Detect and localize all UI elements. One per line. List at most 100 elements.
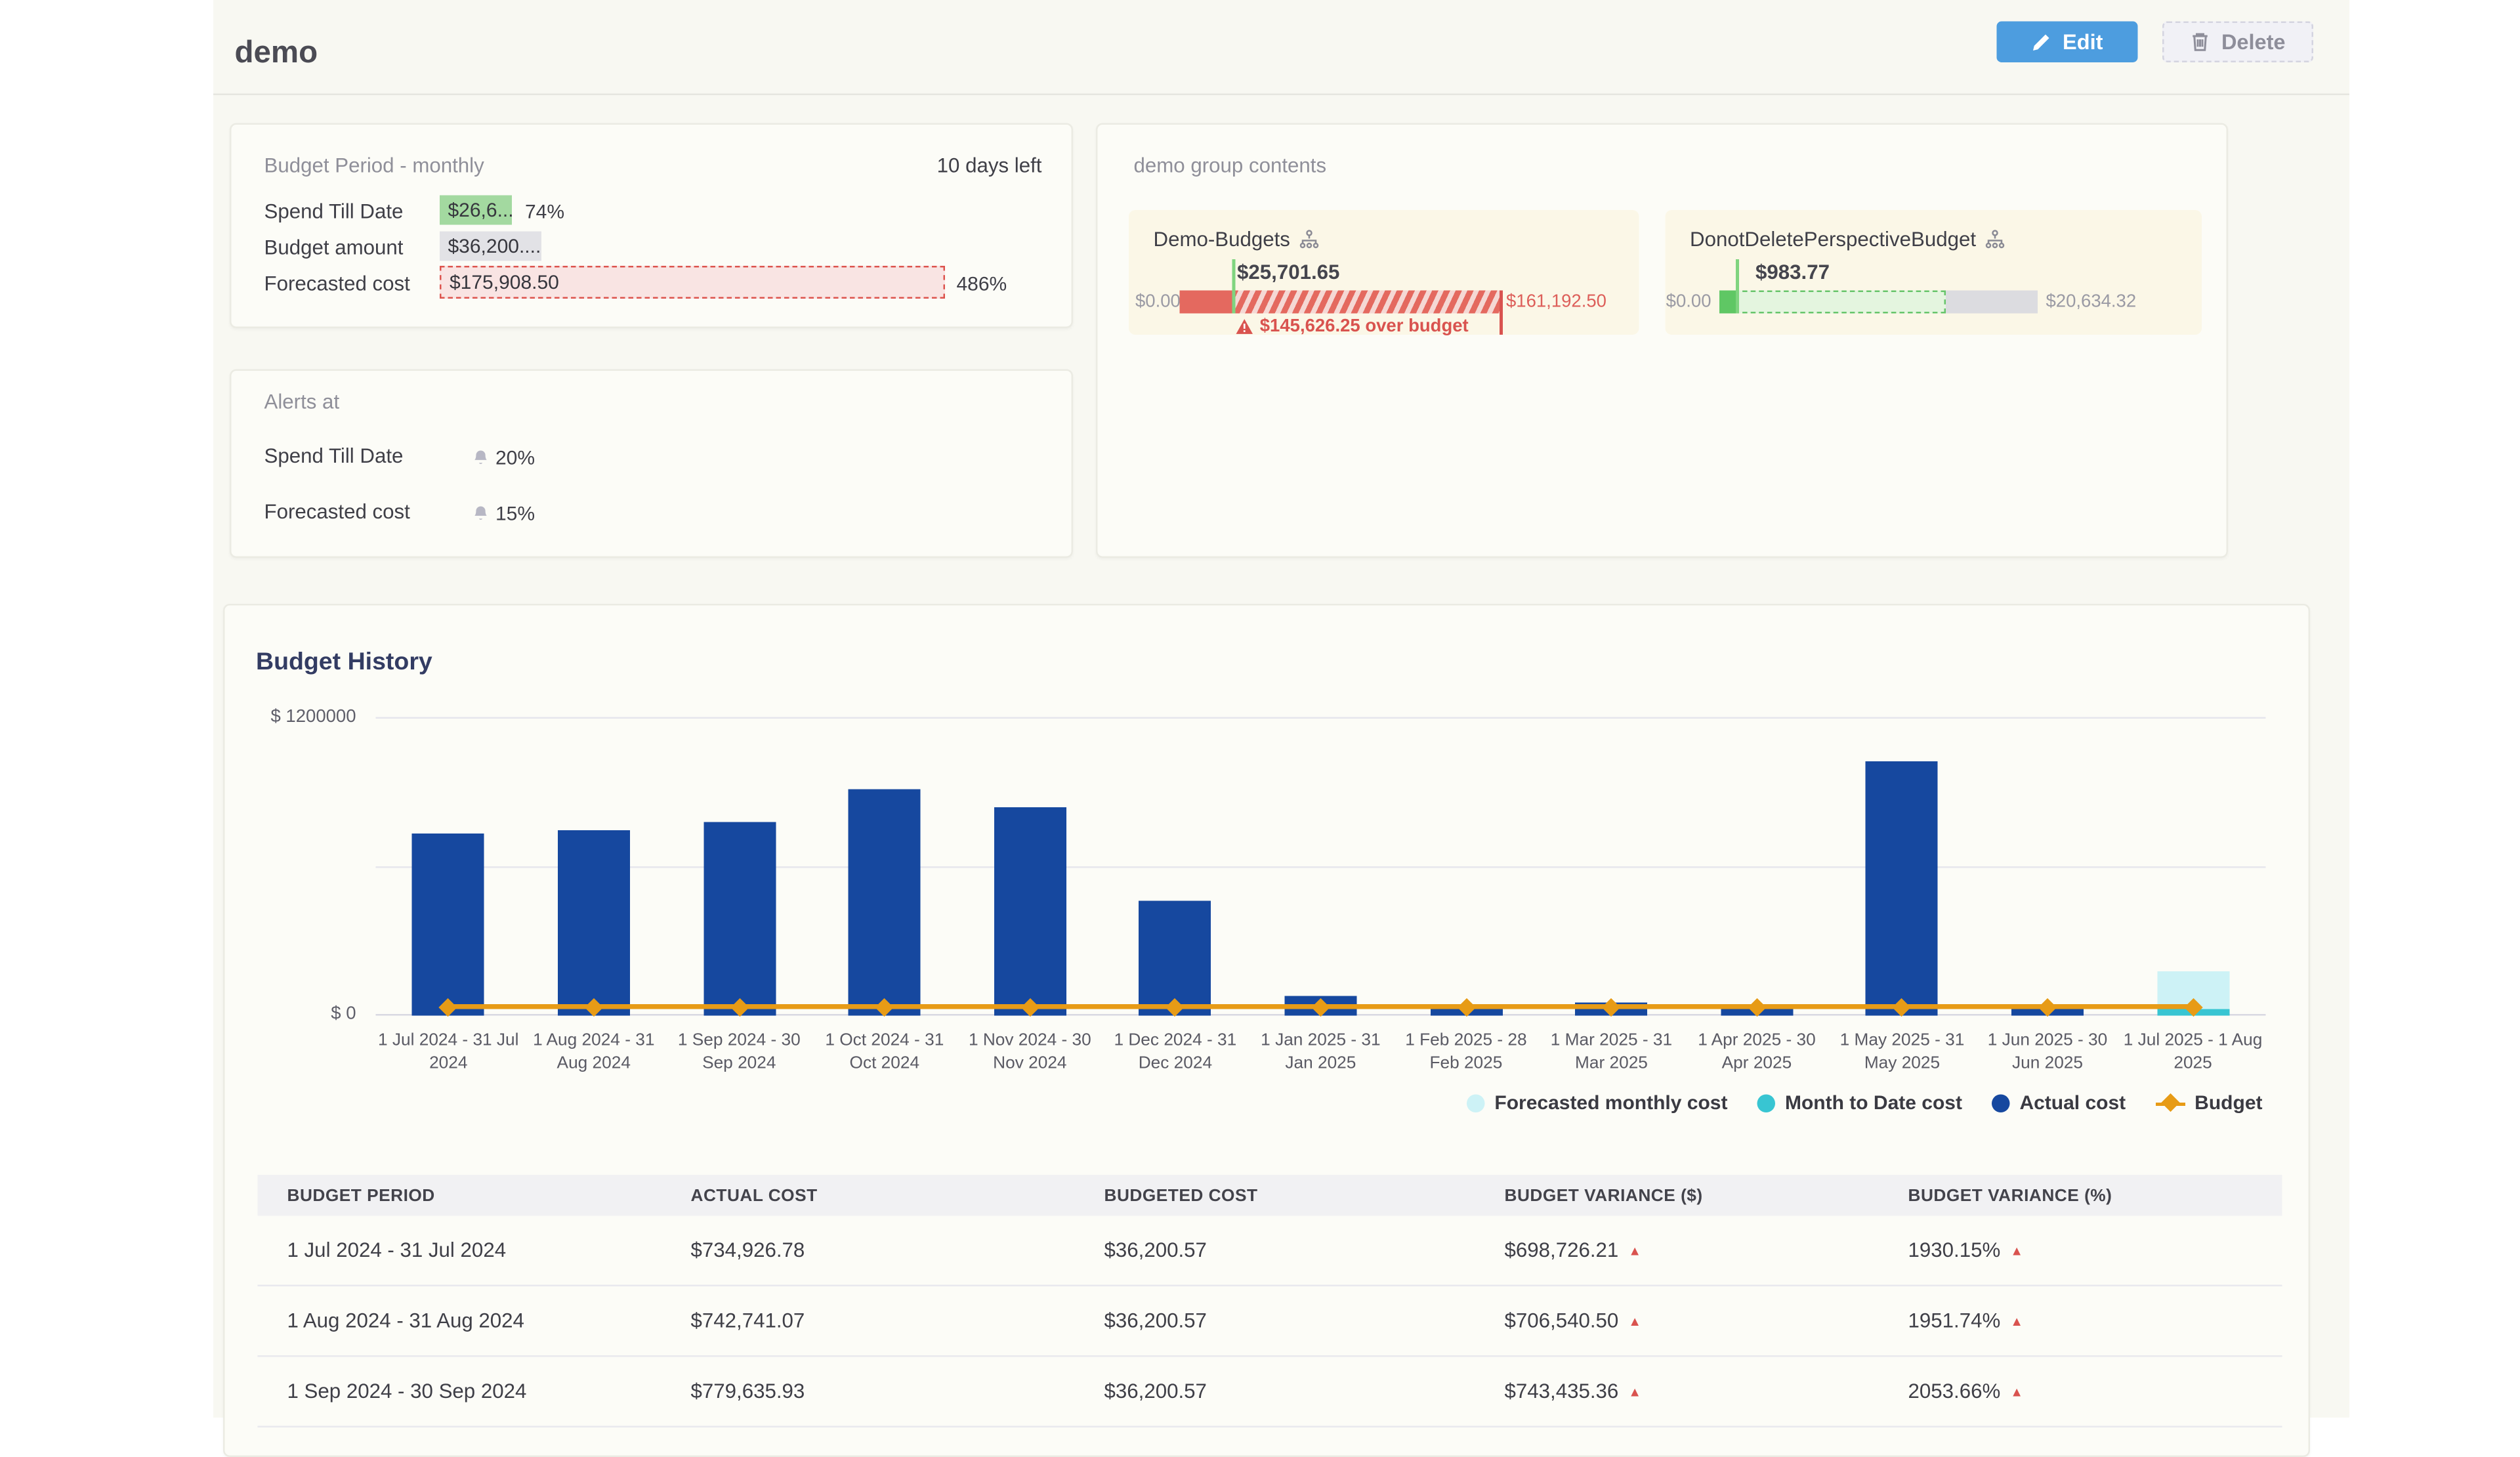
over-budget-end-line	[1500, 291, 1502, 335]
x-axis-label: 1 Oct 2024 - 31 Oct 2024	[812, 1029, 957, 1076]
budget-item-min: $0.00	[1135, 292, 1175, 312]
legend-budget[interactable]: Budget	[2155, 1091, 2262, 1114]
current-spend-marker	[1736, 259, 1739, 314]
actual-cost-bar	[849, 789, 921, 1015]
x-axis-label: 1 Nov 2024 - 30 Nov 2024	[957, 1029, 1103, 1076]
x-axis-label: 1 May 2025 - 31 May 2025	[1830, 1029, 1975, 1076]
header-divider	[213, 94, 2349, 96]
alerts-title: Alerts at	[264, 391, 340, 413]
budget-item-demo-budgets[interactable]: Demo-Budgets $25,701.65 $0.00 $161,192.5…	[1129, 210, 1639, 335]
alerts-card: Alerts at Spend Till Date 20% Forecasted…	[230, 370, 1073, 559]
actual-legend-swatch	[1992, 1093, 2010, 1112]
table-cell: $36,200.57	[1104, 1286, 1505, 1357]
group-contents-title: demo group contents	[1134, 154, 1327, 177]
up-triangle-icon: ▲	[1628, 1315, 1641, 1330]
table-cell: 1 Sep 2024 - 30 Sep 2024	[258, 1356, 691, 1427]
gridline-top	[376, 717, 2266, 719]
budget-item-donotdelete[interactable]: DonotDeletePerspectiveBudget $983.77 $0.…	[1666, 210, 2202, 335]
variance-cell: 1951.74%▲	[1908, 1286, 2282, 1357]
table-header-cell: BUDGET VARIANCE ($)	[1505, 1175, 1908, 1216]
x-axis-label: 1 Sep 2024 - 30 Sep 2024	[667, 1029, 812, 1076]
hierarchy-icon	[1300, 230, 1320, 249]
group-contents-card: demo group contents Demo-Budgets $25,701…	[1096, 123, 2228, 559]
budget-item-name-row: DonotDeletePerspectiveBudget	[1690, 228, 2006, 251]
variance-cell: $698,726.21▲	[1505, 1216, 1908, 1286]
actual-cost-bar	[703, 822, 775, 1016]
days-left: 10 days left	[937, 154, 1042, 177]
budget-item-current: $25,701.65	[1237, 261, 1339, 284]
forecasted-cost-percent: 486%	[957, 272, 1007, 295]
up-triangle-icon: ▲	[2010, 1385, 2023, 1400]
alert-forecast-label: Forecasted cost	[264, 501, 410, 524]
table-header-cell: ACTUAL COST	[691, 1175, 1104, 1216]
actual-cost-bar	[558, 831, 630, 1016]
budget-history-card: Budget History $ 1200000 $ 0 1 Jul 2024 …	[223, 604, 2310, 1457]
gridline-mid	[376, 866, 2266, 868]
budget-item-max: $161,192.50	[1506, 292, 1606, 312]
budget-item-name: DonotDeletePerspectiveBudget	[1690, 228, 1976, 251]
budget-period-title: Budget Period - monthly	[264, 154, 484, 177]
variance-cell: 1930.15%▲	[1908, 1216, 2282, 1286]
x-axis-label: 1 Jan 2025 - 31 Jan 2025	[1248, 1029, 1394, 1076]
table-cell: 1 Aug 2024 - 31 Aug 2024	[258, 1286, 691, 1357]
edit-button-label: Edit	[2063, 30, 2103, 54]
budget-item-max: $20,634.32	[2046, 292, 2137, 312]
chart-plot	[376, 717, 2266, 1016]
budget-legend-swatch	[2155, 1093, 2185, 1112]
spend-segment	[1180, 291, 1232, 314]
budget-item-name: Demo-Budgets	[1154, 228, 1290, 251]
y-axis-zero-label: $ 0	[228, 1004, 356, 1024]
legend-label: Actual cost	[2019, 1091, 2126, 1114]
over-budget-text: $145,626.25 over budget	[1260, 317, 1469, 337]
variance-cell: $706,540.50▲	[1505, 1286, 1908, 1357]
actual-cost-bar	[1866, 762, 1939, 1016]
x-axis-label: 1 Jul 2024 - 31 Jul 2024	[376, 1029, 522, 1076]
actual-cost-bar	[412, 833, 484, 1016]
table-cell: $734,926.78	[691, 1216, 1104, 1286]
table-header-cell: BUDGETED COST	[1104, 1175, 1505, 1216]
legend-mtd[interactable]: Month to Date cost	[1757, 1091, 1962, 1114]
x-axis-labels: 1 Jul 2024 - 31 Jul 20241 Aug 2024 - 31 …	[376, 1029, 2266, 1076]
table-header-cell: BUDGET VARIANCE (%)	[1908, 1175, 2282, 1216]
y-axis-top-label: $ 1200000	[228, 707, 356, 727]
variance-cell: 2053.66%▲	[1908, 1356, 2282, 1427]
alert-spend-value-wrap: 20%	[472, 443, 535, 473]
x-axis-label: 1 Jul 2025 - 1 Aug 2025	[2120, 1029, 2266, 1076]
current-spend-marker	[1232, 259, 1236, 314]
forecast-over-segment	[1232, 291, 1500, 314]
legend-label: Month to Date cost	[1785, 1091, 1962, 1114]
table-cell: $36,200.57	[1104, 1356, 1505, 1427]
table-header-cell: BUDGET PERIOD	[258, 1175, 691, 1216]
up-triangle-icon: ▲	[2010, 1315, 2023, 1330]
x-axis-label: 1 Aug 2024 - 31 Aug 2024	[521, 1029, 667, 1076]
legend-label: Budget	[2194, 1091, 2262, 1114]
bell-icon	[472, 448, 489, 468]
table-cell: 1 Jul 2024 - 31 Jul 2024	[258, 1216, 691, 1286]
trash-icon	[2190, 32, 2210, 53]
forecast-segment	[1734, 291, 1946, 314]
budget-history-title: Budget History	[256, 648, 432, 677]
legend-actual[interactable]: Actual cost	[1992, 1091, 2126, 1114]
delete-button[interactable]: Delete	[2162, 22, 2313, 63]
budget-item-current: $983.77	[1755, 261, 1830, 284]
budget-amount-value: $36,200....	[440, 232, 541, 261]
x-axis-label: 1 Apr 2025 - 30 Apr 2025	[1684, 1029, 1830, 1076]
table-cell: $36,200.57	[1104, 1216, 1505, 1286]
table-cell: $779,635.93	[691, 1356, 1104, 1427]
table-row: 1 Sep 2024 - 30 Sep 2024$779,635.93$36,2…	[258, 1356, 2282, 1427]
bell-icon	[472, 504, 489, 524]
spend-segment	[1719, 291, 1736, 314]
x-axis-label: 1 Dec 2024 - 31 Dec 2024	[1102, 1029, 1248, 1076]
up-triangle-icon: ▲	[1628, 1244, 1641, 1259]
edit-button[interactable]: Edit	[1997, 22, 2138, 63]
legend-forecasted[interactable]: Forecasted monthly cost	[1467, 1091, 1728, 1114]
pencil-icon	[2032, 32, 2051, 52]
mtd-legend-swatch	[1757, 1093, 1775, 1112]
table-header-row: BUDGET PERIODACTUAL COSTBUDGETED COSTBUD…	[258, 1175, 2282, 1216]
spend-till-date-value: $26,6...	[440, 196, 512, 225]
x-axis-label: 1 Mar 2025 - 31 Mar 2025	[1539, 1029, 1685, 1076]
budget-history-table: BUDGET PERIODACTUAL COSTBUDGETED COSTBUD…	[258, 1175, 2282, 1427]
table-row: 1 Jul 2024 - 31 Jul 2024$734,926.78$36,2…	[258, 1216, 2282, 1286]
forecasted-legend-swatch	[1467, 1093, 1485, 1112]
table-row: 1 Aug 2024 - 31 Aug 2024$742,741.07$36,2…	[258, 1286, 2282, 1357]
